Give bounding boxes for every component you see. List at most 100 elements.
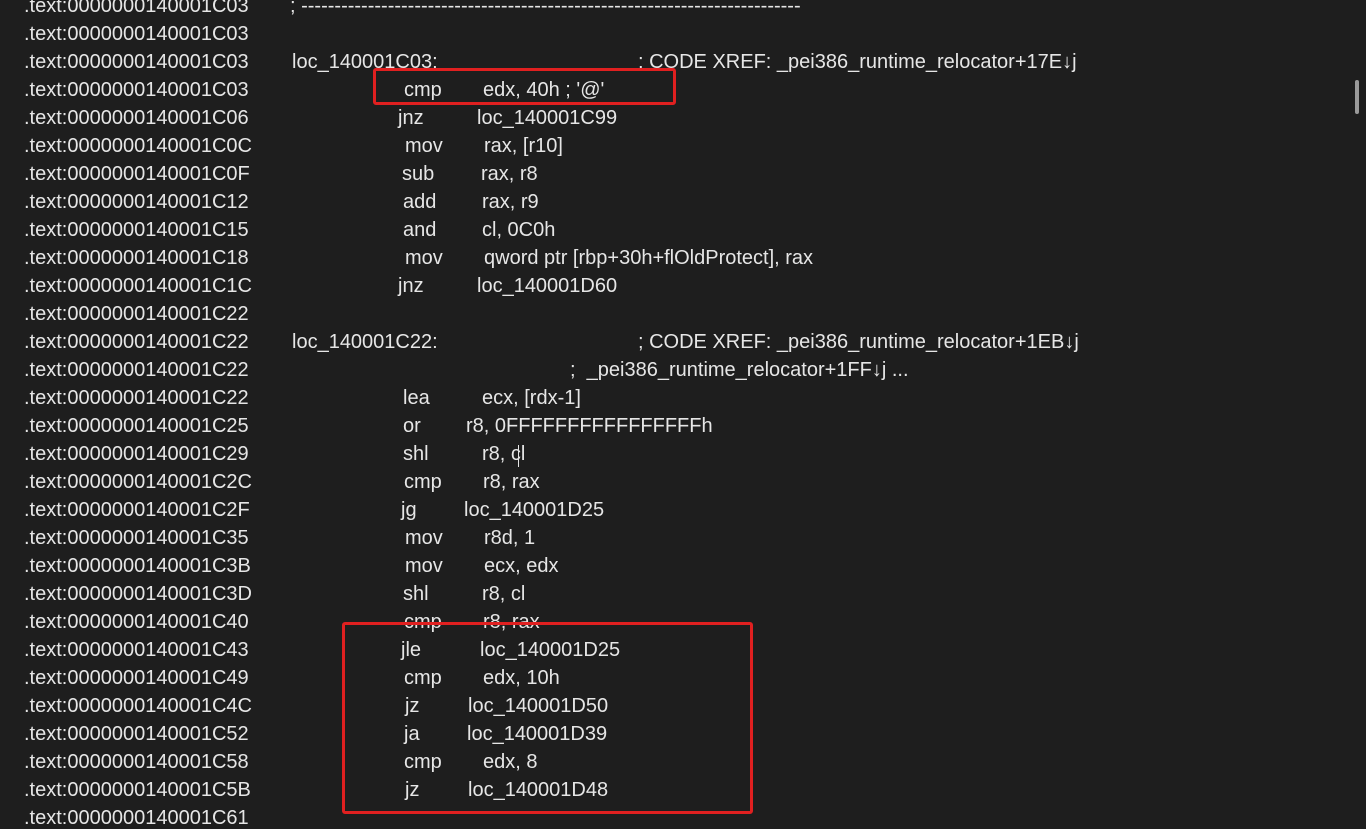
code-line[interactable]: .text:0000000140001C5B jz loc_140001D48 bbox=[0, 776, 1350, 804]
instruction-operands[interactable]: loc_140001D25 bbox=[480, 636, 620, 664]
instruction-operands[interactable]: rax, r8 bbox=[481, 160, 538, 188]
code-line[interactable]: .text:0000000140001C58 cmp edx, 8 bbox=[0, 748, 1350, 776]
code-label[interactable]: loc_140001C22: bbox=[292, 328, 438, 356]
line-address: .text:0000000140001C2C bbox=[24, 471, 252, 493]
code-line[interactable]: .text:0000000140001C22 bbox=[0, 300, 1350, 328]
code-line[interactable]: .text:0000000140001C40 cmp r8, rax bbox=[0, 608, 1350, 636]
instruction-mnemonic: jnz bbox=[398, 107, 424, 129]
vertical-scrollbar[interactable] bbox=[1350, 0, 1366, 829]
code-line[interactable]: .text:0000000140001C15 and cl, 0C0h bbox=[0, 216, 1350, 244]
line-address: .text:0000000140001C03 bbox=[24, 0, 249, 17]
code-line[interactable]: .text:0000000140001C0F sub rax, r8 bbox=[0, 160, 1350, 188]
instruction-mnemonic: mov bbox=[405, 135, 443, 157]
instruction-mnemonic: cmp bbox=[404, 667, 442, 689]
code-line[interactable]: .text:0000000140001C25 or r8, 0FFFFFFFFFFF… bbox=[0, 412, 1350, 440]
instruction-mnemonic: cmp bbox=[404, 79, 442, 101]
instruction-operands[interactable]: r8, cl bbox=[482, 580, 525, 608]
code-comment: ; _pei386_runtime_relocator+1FF↓j ... bbox=[570, 359, 909, 381]
code-line[interactable]: .text:0000000140001C18 mov qword ptr [rbp+… bbox=[0, 244, 1350, 272]
code-line[interactable]: .text:0000000140001C03 loc_140001C03: ; CO… bbox=[0, 48, 1350, 76]
line-address: .text:0000000140001C5B bbox=[24, 779, 251, 801]
line-address: .text:0000000140001C40 bbox=[24, 611, 249, 633]
code-line[interactable]: .text:0000000140001C12 add rax, r9 bbox=[0, 188, 1350, 216]
line-address: .text:0000000140001C61 bbox=[24, 807, 249, 829]
instruction-mnemonic: and bbox=[403, 219, 437, 241]
line-address: .text:0000000140001C29 bbox=[24, 443, 249, 465]
instruction-operands[interactable]: rax, [r10] bbox=[484, 132, 563, 160]
instruction-operands[interactable]: r8d, 1 bbox=[484, 524, 535, 552]
instruction-operands[interactable]: loc_140001D48 bbox=[468, 776, 608, 804]
instruction-mnemonic: or bbox=[403, 415, 421, 437]
instruction-operands[interactable]: ecx, edx bbox=[484, 552, 558, 580]
instruction-mnemonic: ja bbox=[404, 723, 420, 745]
line-address: .text:0000000140001C3B bbox=[24, 555, 251, 577]
line-address: .text:0000000140001C43 bbox=[24, 639, 249, 661]
line-address: .text:0000000140001C1C bbox=[24, 275, 252, 297]
instruction-operands[interactable]: r8, rax bbox=[483, 468, 540, 496]
line-address: .text:0000000140001C0C bbox=[24, 135, 252, 157]
code-line[interactable]: .text:0000000140001C2F jg loc_140001D25 bbox=[0, 496, 1350, 524]
instruction-operands[interactable]: loc_140001D60 bbox=[477, 272, 617, 300]
instruction-mnemonic: add bbox=[403, 191, 437, 213]
code-line[interactable]: .text:0000000140001C22 loc_140001C22: ; CO… bbox=[0, 328, 1350, 356]
code-line[interactable]: .text:0000000140001C22 lea ecx, [rdx-1] bbox=[0, 384, 1350, 412]
line-address: .text:0000000140001C22 bbox=[24, 359, 249, 381]
line-address: .text:0000000140001C3D bbox=[24, 583, 252, 605]
instruction-mnemonic: cmp bbox=[404, 611, 442, 633]
code-line[interactable]: .text:0000000140001C22 ; _pei386_runtime_… bbox=[0, 356, 1350, 384]
scrollbar-thumb[interactable] bbox=[1355, 80, 1359, 114]
code-line[interactable]: .text:0000000140001C06 jnz loc_140001C99 bbox=[0, 104, 1350, 132]
line-address: .text:0000000140001C03 bbox=[24, 79, 249, 101]
line-address: .text:0000000140001C22 bbox=[24, 331, 249, 353]
instruction-operands[interactable]: cl, 0C0h bbox=[482, 216, 555, 244]
code-line[interactable]: .text:0000000140001C49 cmp edx, 10h bbox=[0, 664, 1350, 692]
line-address: .text:0000000140001C25 bbox=[24, 415, 249, 437]
instruction-operands[interactable]: loc_140001C99 bbox=[477, 104, 617, 132]
instruction-mnemonic: mov bbox=[405, 247, 443, 269]
line-address: .text:0000000140001C18 bbox=[24, 247, 249, 269]
instruction-operands[interactable]: ecx, [rdx-1] bbox=[482, 384, 581, 412]
instruction-operands[interactable]: edx, 8 bbox=[483, 748, 537, 776]
instruction-operands[interactable]: loc_140001D25 bbox=[464, 496, 604, 524]
code-label[interactable]: loc_140001C03: bbox=[292, 48, 438, 76]
instruction-operands[interactable]: edx, 10h bbox=[483, 664, 560, 692]
instruction-operands[interactable]: rax, r9 bbox=[482, 188, 539, 216]
instruction-mnemonic: jz bbox=[405, 779, 420, 801]
instruction-mnemonic: lea bbox=[403, 387, 430, 409]
instruction-mnemonic: jz bbox=[405, 695, 420, 717]
instruction-operands[interactable]: r8, rax bbox=[483, 608, 540, 636]
code-line[interactable]: .text:0000000140001C3D shl r8, cl bbox=[0, 580, 1350, 608]
line-address: .text:0000000140001C49 bbox=[24, 667, 249, 689]
line-address: .text:0000000140001C15 bbox=[24, 219, 249, 241]
code-line[interactable]: .text:0000000140001C29 shl r8, cl bbox=[0, 440, 1350, 468]
code-comment: ; CODE XREF: _pei386_runtime_relocator+1… bbox=[638, 331, 1079, 353]
code-comment: ; CODE XREF: _pei386_runtime_relocator+1… bbox=[638, 51, 1077, 73]
instruction-mnemonic: jg bbox=[401, 499, 417, 521]
code-line[interactable]: .text:0000000140001C1C jnz loc_140001D60 bbox=[0, 272, 1350, 300]
code-line[interactable]: .text:0000000140001C03 ; ----------------… bbox=[0, 0, 1350, 20]
line-address: .text:0000000140001C03 bbox=[24, 51, 249, 73]
instruction-operands[interactable]: r8, 0FFFFFFFFFFFFFFFFh bbox=[466, 412, 713, 440]
code-line[interactable]: .text:0000000140001C61 bbox=[0, 804, 1350, 829]
code-line[interactable]: .text:0000000140001C3B mov ecx, edx bbox=[0, 552, 1350, 580]
code-line[interactable]: .text:0000000140001C0C mov rax, [r10] bbox=[0, 132, 1350, 160]
instruction-operands[interactable]: loc_140001D39 bbox=[467, 720, 607, 748]
code-line[interactable]: .text:0000000140001C03 cmp edx, 40h ; '@' bbox=[0, 76, 1350, 104]
instruction-mnemonic: cmp bbox=[404, 471, 442, 493]
disassembly-viewer: .text:0000000140001C03 ; ----------------… bbox=[0, 0, 1366, 829]
code-line[interactable]: .text:0000000140001C2C cmp r8, rax bbox=[0, 468, 1350, 496]
instruction-operands[interactable]: loc_140001D50 bbox=[468, 692, 608, 720]
code-line[interactable]: .text:0000000140001C4C jz loc_140001D50 bbox=[0, 692, 1350, 720]
code-line[interactable]: .text:0000000140001C03 bbox=[0, 20, 1350, 48]
instruction-operands[interactable]: qword ptr [rbp+30h+flOldProtect], rax bbox=[484, 244, 813, 272]
line-address: .text:0000000140001C2F bbox=[24, 499, 250, 521]
instruction-operands[interactable]: edx, 40h ; '@' bbox=[483, 76, 604, 104]
line-address: .text:0000000140001C0F bbox=[24, 163, 250, 185]
code-line[interactable]: .text:0000000140001C43 jle loc_140001D25 bbox=[0, 636, 1350, 664]
line-address: .text:0000000140001C4C bbox=[24, 695, 252, 717]
line-address: .text:0000000140001C35 bbox=[24, 527, 249, 549]
line-address: .text:0000000140001C06 bbox=[24, 107, 249, 129]
code-line[interactable]: .text:0000000140001C52 ja loc_140001D39 bbox=[0, 720, 1350, 748]
code-line[interactable]: .text:0000000140001C35 mov r8d, 1 bbox=[0, 524, 1350, 552]
disassembly-listing[interactable]: .text:0000000140001C03 ; ----------------… bbox=[0, 0, 1350, 829]
